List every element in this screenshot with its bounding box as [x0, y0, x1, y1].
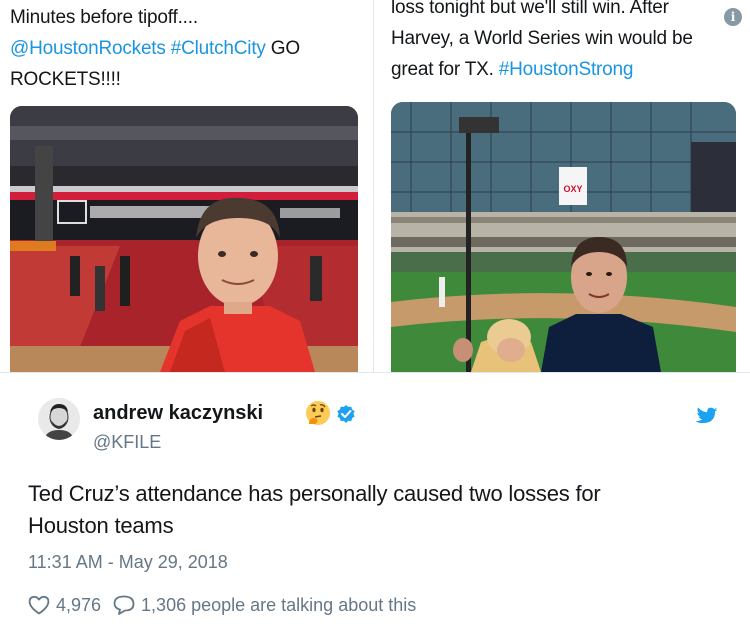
arena-photo[interactable]: [10, 106, 358, 372]
heart-icon[interactable]: [28, 595, 50, 615]
twitter-bird-icon[interactable]: [694, 404, 720, 426]
right-embed-line-1: loss tonight but we'll still win. After: [391, 0, 669, 18]
stadium-photo-illustration: OXY: [391, 102, 736, 372]
like-count[interactable]: 4,976: [56, 595, 101, 616]
thinking-face-emoji: [305, 400, 331, 426]
left-embedded-tweet-text: Minutes before tipoff.... @HoustonRocket…: [10, 2, 365, 95]
left-embed-line-1: Minutes before tipoff....: [10, 7, 198, 28]
right-embedded-tweet-text: loss tonight but we'll still win. After …: [391, 0, 731, 85]
right-embed-line-3: great for TX. #HoustonStrong: [391, 54, 731, 85]
left-embed-line-2-rest: GO: [265, 38, 300, 59]
author-name[interactable]: andrew kaczynski: [93, 402, 263, 425]
tweet-text-line-1: Ted Cruz’s attendance has personally cau…: [28, 481, 601, 506]
right-embed-line-3-plain: great for TX.: [391, 59, 499, 80]
card-divider: [0, 372, 750, 373]
left-embed-line-3: ROCKETS!!!!: [10, 69, 121, 90]
tweet-actions: 4,976 1,306 people are talking about thi…: [28, 592, 416, 618]
author-handle[interactable]: @KFILE: [93, 432, 161, 453]
tweet-timestamp[interactable]: 11:31 AM - May 29, 2018: [28, 552, 228, 573]
stadium-photo[interactable]: OXY: [391, 102, 736, 372]
arena-photo-illustration: [10, 106, 358, 372]
column-divider: [373, 0, 374, 372]
talking-count-text[interactable]: 1,306 people are talking about this: [141, 595, 416, 616]
tweet-body: Ted Cruz’s attendance has personally cau…: [28, 478, 718, 542]
left-embed-line-2: @HoustonRockets #ClutchCity GO: [10, 33, 365, 64]
embedded-tweets-area: Minutes before tipoff.... @HoustonRocket…: [0, 0, 750, 372]
avatar-illustration: [38, 398, 80, 440]
tweet-text-line-2: Houston teams: [28, 513, 174, 538]
author-avatar[interactable]: [38, 398, 80, 440]
right-embed-hashtag-link[interactable]: #HoustonStrong: [499, 59, 634, 80]
stadium-sign-text: OXY: [563, 184, 582, 194]
reply-bubble-icon[interactable]: [113, 595, 135, 615]
verified-badge-icon: [336, 404, 356, 424]
left-embed-hashtag-link[interactable]: @HoustonRockets #ClutchCity: [10, 38, 266, 59]
right-embed-line-2: Harvey, a World Series win would be: [391, 28, 693, 49]
info-icon[interactable]: i: [724, 8, 742, 26]
